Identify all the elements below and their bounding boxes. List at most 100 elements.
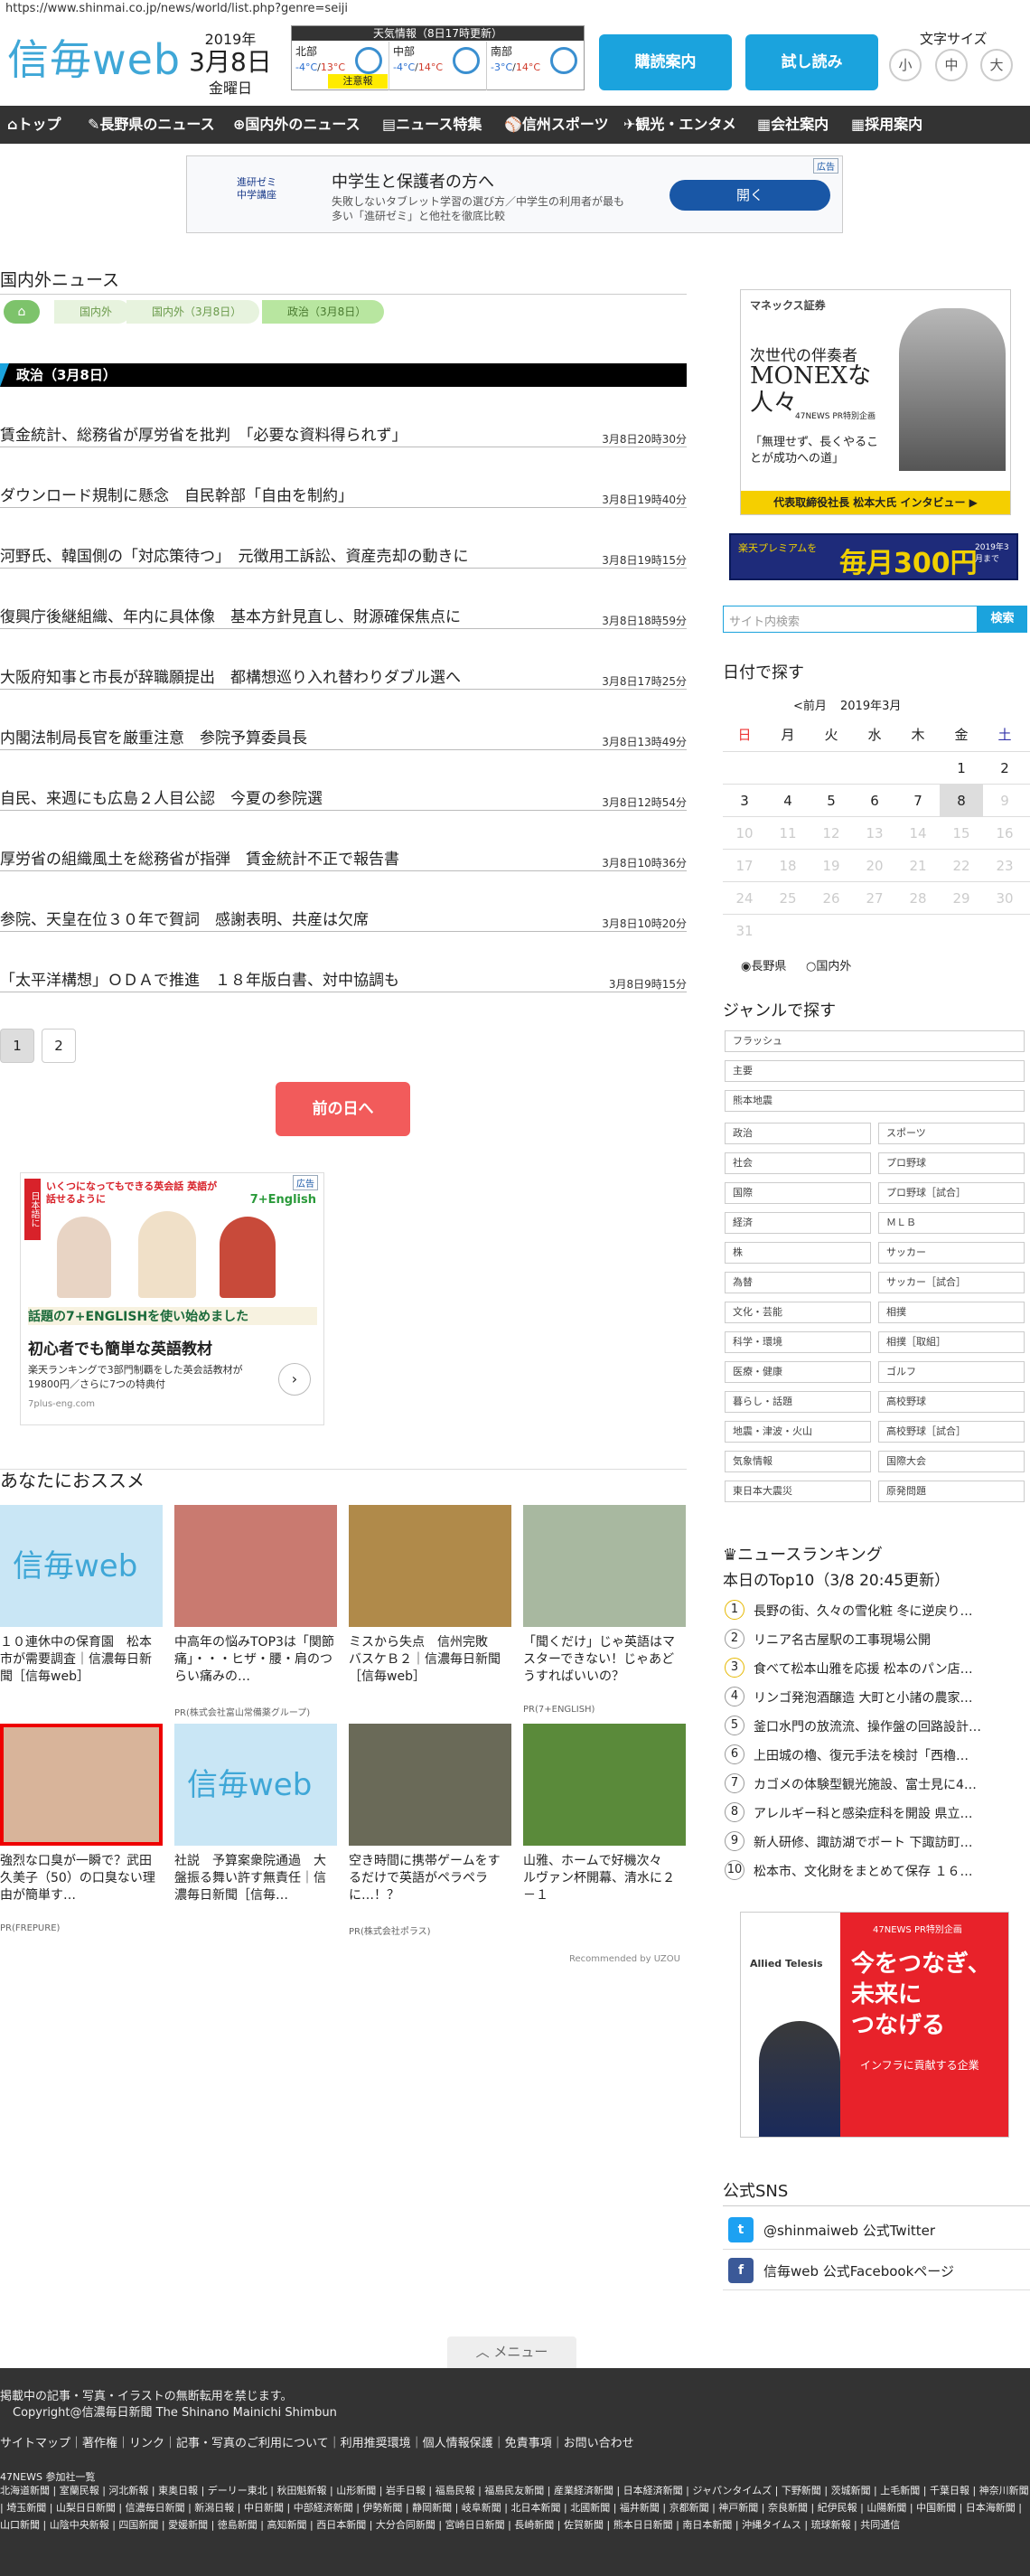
subscribe-button[interactable]: 購読案内 (599, 34, 732, 90)
prev-day-button[interactable]: 前の日へ (276, 1082, 410, 1136)
nav-feature[interactable]: ▤ニュース特集 (382, 106, 482, 144)
genre-item[interactable]: 文化・芸能 (725, 1302, 871, 1323)
news-title[interactable]: ダウンロード規制に懸念 自民幹部「自由を制約」 (0, 483, 353, 505)
trial-button[interactable]: 試し読み (745, 34, 878, 90)
genre-item[interactable]: 株 (725, 1242, 871, 1264)
genre-item[interactable]: サッカー (878, 1242, 1025, 1264)
genre-item[interactable]: 高校野球 (878, 1391, 1025, 1413)
ranking-item[interactable]: 3 食べて松本山雅を応援 松本のパン店… (723, 1652, 1030, 1683)
ranking-item[interactable]: 5 釜口水門の放流流、操作盤の回路設計… (723, 1710, 1030, 1741)
rank-title[interactable]: 釜口水門の放流流、操作盤の回路設計… (754, 1717, 1025, 1735)
news-item[interactable]: 厚労省の組織風土を総務省が指弾 賃金統計不正で報告書 3月8日10時36分 (0, 844, 687, 871)
news-title[interactable]: 厚労省の組織風土を総務省が指弾 賃金統計不正で報告書 (0, 846, 399, 869)
radio-world[interactable]: ○国内外 (806, 956, 851, 973)
breadcrumb-item[interactable]: 国内外 (54, 300, 131, 324)
genre-item[interactable]: 政治 (725, 1123, 871, 1144)
calendar-day[interactable]: 1 (940, 752, 983, 785)
font-large-button[interactable]: 大 (980, 49, 1013, 81)
ranking-item[interactable]: 2 リニア名古屋駅の工事現場公開 (723, 1623, 1030, 1654)
thumbnail-image[interactable] (349, 1724, 511, 1846)
genre-item[interactable]: 国際大会 (878, 1451, 1025, 1472)
recommend-card[interactable]: 空き時間に携帯ゲームをするだけで英語がペラペラに…！？ PR(株式会社ポラス) (349, 1724, 511, 1937)
nav-nagano[interactable]: ✎長野県のニュース (88, 106, 215, 144)
font-small-button[interactable]: 小 (889, 49, 922, 81)
recommend-caption[interactable]: 社説 予算案衆院通過 大盤振る舞い許す無責任｜信濃毎日新聞［信毎… (174, 1853, 337, 1922)
news-item[interactable]: ダウンロード規制に懸念 自民幹部「自由を制約」 3月8日19時40分 (0, 481, 687, 508)
page-1-button[interactable]: 1 (0, 1029, 34, 1063)
genre-item[interactable]: 原発問題 (878, 1481, 1025, 1502)
recommend-card[interactable]: 山雅、ホームで好機次々 ルヴァン杯開幕、清水に２－１ (523, 1724, 686, 1922)
nav-sports[interactable]: ⚾信州スポーツ (504, 106, 609, 144)
home-icon[interactable]: ⌂ (4, 300, 40, 324)
ad-open-button[interactable]: 開く (670, 180, 830, 211)
recommend-card[interactable]: 信毎web １０連休中の保育園 松本市が需要調査｜信濃毎日新聞［信毎web］ (0, 1505, 163, 1703)
genre-item[interactable]: フラッシュ (725, 1030, 1025, 1052)
genre-item[interactable]: 地震・津波・火山 (725, 1421, 871, 1443)
calendar-day[interactable]: 8 (940, 785, 983, 817)
rank-title[interactable]: カゴメの体験型観光施設、富士見に4… (754, 1775, 1025, 1793)
genre-item[interactable]: ＭＬＢ (878, 1212, 1025, 1234)
news-item[interactable]: 復興庁後継組織、年内に具体像 基本方針見直し、財源確保焦点に 3月8日18時59分 (0, 602, 687, 629)
calendar-day[interactable]: 4 (766, 785, 810, 817)
english-ad[interactable]: 日本語に いくつになってもできる英会話 英語が話せるように 広告 7+Engli… (20, 1172, 324, 1425)
recommend-caption[interactable]: ミスから失点 信州完敗 バスケＢ２｜信濃毎日新聞［信毎web］ (349, 1634, 511, 1703)
genre-item[interactable]: 経済 (725, 1212, 871, 1234)
recommend-card[interactable]: 強烈な口臭が一瞬で？武田久美子（50）の口臭ない理由が簡単す… PR(FREPUR… (0, 1724, 163, 1933)
news-item[interactable]: 大阪府知事と市長が辞職願提出 都構想巡り入れ替わりダブル選へ 3月8日17時25分 (0, 663, 687, 690)
genre-item[interactable]: ゴルフ (878, 1361, 1025, 1383)
monex-ad[interactable]: マネックス証券 次世代の伴奏者 MONEXな人々 47NEWS PR特別企画 「… (740, 289, 1011, 515)
news-title[interactable]: 河野氏、韓国側の「対応策待つ」 元徴用工訴訟、資産売却の動きに (0, 543, 469, 566)
thumbnail-image[interactable] (349, 1505, 511, 1627)
genre-item[interactable]: 熊本地震 (725, 1090, 1025, 1112)
genre-item[interactable]: 気象情報 (725, 1451, 871, 1472)
news-title[interactable]: 内閣法制局長官を厳重注意 参院予算委員長 (0, 725, 307, 747)
twitter-link[interactable]: t @shinmaiweb 公式Twitter (723, 2210, 1030, 2250)
recommend-card[interactable]: 信毎web 社説 予算案衆院通過 大盤振る舞い許す無責任｜信濃毎日新聞［信毎… (174, 1724, 337, 1922)
partner-list[interactable]: 北海道新聞 | 室蘭民報 | 河北新報 | 東奥日報 | デーリー東北 | 秋田… (0, 2482, 1030, 2534)
footer-links[interactable]: サイトマップ｜著作権｜リンク｜記事・写真のご利用について｜利用推奨環境｜個人情報… (0, 2433, 634, 2450)
recommend-caption[interactable]: 中高年の悩みTOP3は「関節痛」・・・ヒザ・腰・肩のつらい痛みの… (174, 1634, 337, 1703)
thumbnail-image[interactable] (0, 1724, 163, 1846)
news-title[interactable]: 賃金統計、総務省が厚労省を批判 「必要な資料得られず」 (0, 422, 407, 445)
calendar-day[interactable]: 7 (896, 785, 940, 817)
prev-month-link[interactable]: <前月 (793, 696, 827, 713)
recommend-caption[interactable]: 「聞くだけ」じゃ英語はマスターできない！じゃあどうすればいいの？ (523, 1634, 686, 1703)
news-title[interactable]: 自民、来週にも広島２人目公認 今夏の参院選 (0, 785, 323, 808)
rank-title[interactable]: リニア名古屋駅の工事現場公開 (754, 1631, 1025, 1649)
breadcrumb-item[interactable]: 国内外（3月8日） (126, 300, 260, 324)
genre-item[interactable]: 為替 (725, 1272, 871, 1293)
thumbnail-image[interactable] (523, 1724, 686, 1846)
news-item[interactable]: 自民、来週にも広島２人目公認 今夏の参院選 3月8日12時54分 (0, 784, 687, 811)
genre-item[interactable]: 医療・健康 (725, 1361, 871, 1383)
ranking-item[interactable]: 1 長野の街、久々の雪化粧 冬に逆戻り… (723, 1594, 1030, 1625)
page-2-button[interactable]: 2 (42, 1029, 76, 1063)
calendar-day[interactable]: 2 (983, 752, 1026, 785)
site-logo[interactable]: 信毎web (7, 27, 181, 87)
rank-title[interactable]: 新人研修、諏訪湖でボート 下諏訪町… (754, 1833, 1025, 1851)
search-input[interactable]: サイト内検索 (723, 606, 978, 633)
news-item[interactable]: 「太平洋構想」ＯＤＡで推進 １８年版白書、対中協調も 3月8日9時15分 (0, 965, 687, 992)
facebook-link[interactable]: f 信毎web 公式Facebookページ (723, 2251, 1030, 2290)
rank-title[interactable]: 長野の街、久々の雪化粧 冬に逆戻り… (754, 1602, 1025, 1620)
genre-item[interactable]: 暮らし・話題 (725, 1391, 871, 1413)
recommend-card[interactable]: 中高年の悩みTOP3は「関節痛」・・・ヒザ・腰・肩のつらい痛みの… PR(株式会社… (174, 1505, 337, 1718)
rank-title[interactable]: 松本市、文化財をまとめて保存 １６… (754, 1862, 1025, 1880)
news-title[interactable]: 参院、天皇在位３０年で賀詞 感謝表明、共産は欠席 (0, 907, 369, 929)
recommend-card[interactable]: 「聞くだけ」じゃ英語はマスターできない！じゃあどうすればいいの？ PR(7+ENG… (523, 1505, 686, 1715)
radio-nagano[interactable]: ◉長野県 (741, 956, 786, 973)
chevron-right-icon[interactable]: › (278, 1363, 311, 1396)
genre-item[interactable]: 高校野球［試合］ (878, 1421, 1025, 1443)
ranking-item[interactable]: 10 松本市、文化財をまとめて保存 １６… (723, 1855, 1030, 1885)
news-item[interactable]: 参院、天皇在位３０年で賀詞 感謝表明、共産は欠席 3月8日10時20分 (0, 905, 687, 932)
thumbnail-image[interactable] (523, 1505, 686, 1627)
news-item[interactable]: 河野氏、韓国側の「対応策待つ」 元徴用工訴訟、資産売却の動きに 3月8日19時15… (0, 541, 687, 569)
ranking-item[interactable]: 9 新人研修、諏訪湖でボート 下諏訪町… (723, 1826, 1030, 1857)
search-button[interactable]: 検索 (978, 606, 1027, 633)
ranking-item[interactable]: 4 リンゴ発泡酒醸造 大町と小諸の農家… (723, 1681, 1030, 1712)
genre-item[interactable]: 相撲 (878, 1302, 1025, 1323)
calendar-day[interactable]: 3 (723, 785, 766, 817)
genre-item[interactable]: プロ野球 (878, 1152, 1025, 1174)
news-item[interactable]: 賃金統計、総務省が厚労省を批判 「必要な資料得られず」 3月8日20時30分 (0, 420, 687, 447)
nav-entertainment[interactable]: ✈観光・エンタメ (623, 106, 736, 144)
nav-world[interactable]: ⊕国内外のニュース (233, 106, 360, 144)
